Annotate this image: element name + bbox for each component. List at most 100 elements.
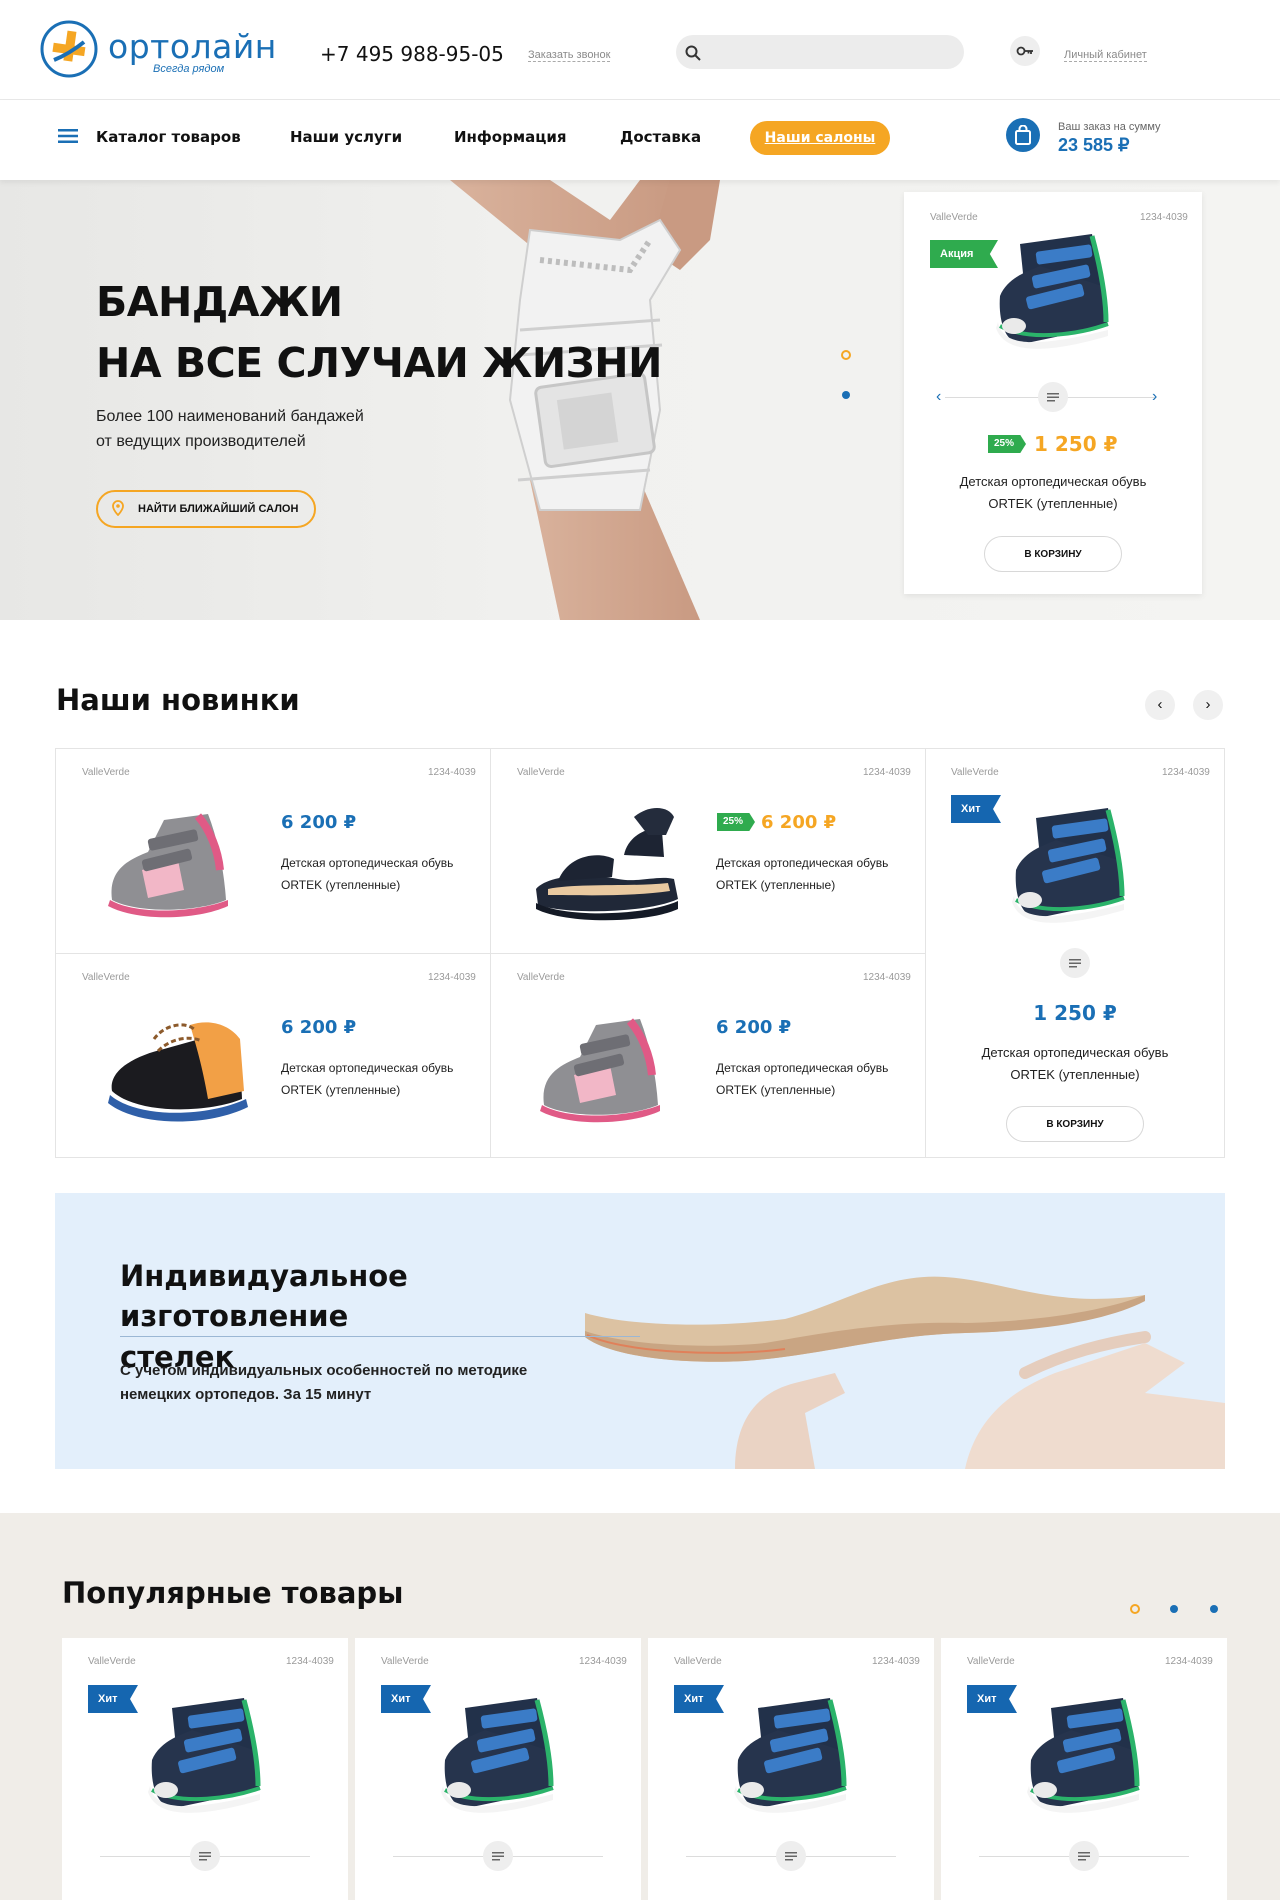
callback-link[interactable]: Заказать звонок xyxy=(528,49,611,62)
account-link[interactable]: Личный кабинет xyxy=(1064,49,1147,62)
new-items-next-button[interactable]: › xyxy=(1193,690,1223,720)
product-brand: ValleVerde xyxy=(967,1656,1015,1667)
nav-delivery[interactable]: Доставка xyxy=(620,128,701,146)
new-items-title: Наши новинки xyxy=(56,683,300,717)
nav-services[interactable]: Наши услуги xyxy=(290,128,402,146)
list-icon xyxy=(492,1852,504,1861)
gallery-list-button[interactable] xyxy=(483,1841,513,1871)
banner-subtitle-line2: немецких ортопедов. За 15 минут xyxy=(120,1386,372,1403)
list-icon xyxy=(1069,959,1081,968)
hero-subtitle-line1: Более 100 наименований бандажей xyxy=(96,408,364,425)
product-name-line1: Детская ортопедическая обувь xyxy=(281,1061,454,1075)
product-image-shoe[interactable] xyxy=(132,1690,282,1824)
product-brand: ValleVerde xyxy=(930,212,978,223)
hero-slider-dot-active[interactable] xyxy=(841,350,851,360)
gallery-list-button[interactable] xyxy=(190,1841,220,1871)
product-name-line2: ORTEK (утепленные) xyxy=(281,878,401,892)
product-name[interactable]: Детская ортопедическая обувь ORTEK (утеп… xyxy=(281,1057,453,1101)
hero-subtitle-line2: от ведущих производителей xyxy=(96,433,306,450)
logo-icon[interactable] xyxy=(40,20,98,78)
product-image-shoe[interactable] xyxy=(718,1690,868,1824)
hero-slider-dot[interactable] xyxy=(842,391,850,399)
logo-text[interactable]: ортолайн xyxy=(108,30,277,63)
popular-slider-dot[interactable] xyxy=(1210,1605,1218,1613)
product-price: 1 250 ₽ xyxy=(1033,1001,1117,1025)
shopping-bag-icon xyxy=(1015,125,1031,145)
search-icon[interactable] xyxy=(684,44,702,62)
salons-button[interactable]: Наши салоны xyxy=(750,121,890,155)
list-icon xyxy=(785,1852,797,1861)
product-sku: 1234-4039 xyxy=(1165,1656,1213,1667)
gallery-list-button[interactable] xyxy=(1060,948,1090,978)
product-name-line1: Детская ортопедическая обувь xyxy=(981,1045,1169,1060)
product-image-shoe[interactable] xyxy=(98,995,258,1135)
hero-title: БАНДАЖИ НА ВСЕ СЛУЧАИ ЖИЗНИ xyxy=(96,272,662,394)
location-pin-icon xyxy=(112,500,124,516)
gallery-list-button[interactable] xyxy=(776,1841,806,1871)
gallery-list-button[interactable] xyxy=(1069,1841,1099,1871)
product-name-line1: Детская ортопедическая обувь xyxy=(959,474,1147,489)
product-name[interactable]: Детская ортопедическая обувь ORTEK (утеп… xyxy=(716,1057,888,1101)
product-image-sandal[interactable] xyxy=(528,795,684,925)
chevron-right-icon[interactable]: › xyxy=(1152,388,1157,406)
nav-info[interactable]: Информация xyxy=(454,128,567,146)
phone-number[interactable]: +7 495 988-95-05 xyxy=(320,42,504,66)
product-name-line2: ORTEK (утепленные) xyxy=(1010,1067,1140,1082)
chevron-right-icon: › xyxy=(1205,696,1211,713)
product-price: 6 200 ₽ xyxy=(716,1017,792,1038)
add-to-cart-button[interactable]: В КОРЗИНУ xyxy=(984,536,1122,572)
product-image-shoe[interactable] xyxy=(530,995,670,1135)
banner-subtitle: С учетом индивидуальных особенностей по … xyxy=(120,1359,560,1407)
logo-tagline: Всегда рядом xyxy=(153,63,225,75)
gallery-list-button[interactable] xyxy=(1038,382,1068,412)
product-brand: ValleVerde xyxy=(517,767,565,778)
product-name-line1: Детская ортопедическая обувь xyxy=(716,1061,889,1075)
product-image-shoe[interactable] xyxy=(98,790,238,930)
product-name-line2: ORTEK (утепленные) xyxy=(988,496,1118,511)
product-name-line2: ORTEK (утепленные) xyxy=(281,1083,401,1097)
product-image-shoe[interactable] xyxy=(1011,1690,1161,1824)
product-image-shoe[interactable] xyxy=(980,226,1130,360)
chevron-left-icon[interactable]: ‹ xyxy=(936,388,941,406)
product-brand: ValleVerde xyxy=(381,1656,429,1667)
product-image-shoe[interactable] xyxy=(425,1690,575,1824)
product-sku: 1234-4039 xyxy=(863,767,911,778)
popular-slider-dot-active[interactable] xyxy=(1130,1604,1140,1614)
product-brand: ValleVerde xyxy=(674,1656,722,1667)
product-image-shoe[interactable] xyxy=(996,800,1146,934)
hero-title-line2: НА ВСЕ СЛУЧАИ ЖИЗНИ xyxy=(96,339,662,387)
discount-badge: 25% xyxy=(988,435,1026,453)
product-brand: ValleVerde xyxy=(951,767,999,778)
product-sku: 1234-4039 xyxy=(579,1656,627,1667)
list-icon xyxy=(199,1852,211,1861)
page: ортолайн Всегда рядом +7 495 988-95-05 З… xyxy=(0,0,1280,1900)
hero-subtitle: Более 100 наименований бандажей от ведущ… xyxy=(96,404,396,454)
key-icon xyxy=(1016,46,1033,56)
product-name[interactable]: Детская ортопедическая обувь ORTEK (утеп… xyxy=(716,852,888,896)
nav-catalog[interactable]: Каталог товаров xyxy=(96,128,241,146)
cart-sum[interactable]: 23 585 ₽ xyxy=(1058,135,1130,156)
menu-icon[interactable] xyxy=(58,128,78,144)
product-price: 6 200 ₽ xyxy=(281,812,357,833)
find-salon-label: НАЙТИ БЛИЖАЙШИЙ САЛОН xyxy=(138,503,299,515)
banner-insole-image xyxy=(585,1276,1225,1469)
banner-title-line1: Индивидуальное изготовление xyxy=(120,1256,640,1337)
search-input[interactable] xyxy=(676,35,964,69)
add-to-cart-button[interactable]: В КОРЗИНУ xyxy=(1006,1106,1144,1142)
product-sku: 1234-4039 xyxy=(1140,212,1188,223)
hero-title-line1: БАНДАЖИ xyxy=(96,278,343,326)
product-name[interactable]: Детская ортопедическая обувь ORTEK (утеп… xyxy=(926,1042,1224,1086)
product-price: 6 200 ₽ xyxy=(761,812,837,833)
discount-badge: 25% xyxy=(717,813,755,831)
banner-subtitle-line1: С учетом индивидуальных особенностей по … xyxy=(120,1362,528,1379)
new-items-prev-button[interactable]: ‹ xyxy=(1145,690,1175,720)
product-name-line1: Детская ортопедическая обувь xyxy=(716,856,889,870)
cart-button[interactable] xyxy=(1006,118,1040,152)
product-price: 1 250 ₽ xyxy=(1034,432,1118,456)
product-sku: 1234-4039 xyxy=(872,1656,920,1667)
product-name[interactable]: Детская ортопедическая обувь ORTEK (утеп… xyxy=(904,471,1202,515)
product-name[interactable]: Детская ортопедическая обувь ORTEK (утеп… xyxy=(281,852,453,896)
product-brand: ValleVerde xyxy=(88,1656,136,1667)
popular-slider-dot[interactable] xyxy=(1170,1605,1178,1613)
product-name-line1: Детская ортопедическая обувь xyxy=(281,856,454,870)
